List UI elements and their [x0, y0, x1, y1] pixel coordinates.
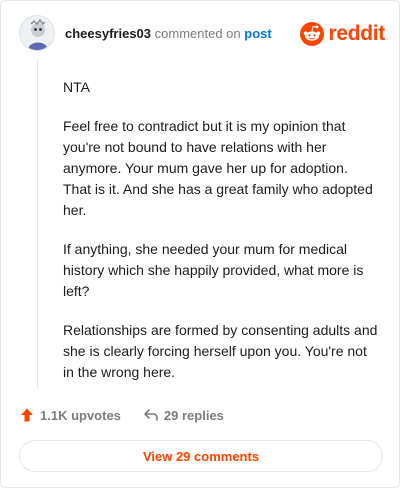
comment-paragraph: Feel free to contradict but it is my opi… — [63, 118, 373, 218]
comment-paragraph: Relationships are formed by consenting a… — [63, 322, 378, 380]
user-avatar[interactable] — [19, 15, 55, 51]
comment-footer: 1.1K upvotes 29 replies — [19, 405, 224, 425]
comment-header: cheesyfries03 commented on post reddit — [19, 15, 385, 55]
comment-meta: cheesyfries03 commented on post — [65, 26, 272, 41]
reddit-brand[interactable]: reddit — [300, 21, 385, 47]
comment-body: NTA Feel free to contradict but it is my… — [63, 77, 379, 401]
comment-card: cheesyfries03 commented on post reddit N… — [0, 0, 400, 488]
comment-action-text: commented on — [154, 26, 241, 41]
avatar-icon — [20, 16, 54, 50]
upvote-button[interactable]: 1.1K upvotes — [19, 407, 121, 423]
comment-paragraph: NTA — [63, 79, 90, 95]
reddit-snoo-icon — [300, 22, 325, 46]
upvote-arrow-icon — [21, 408, 33, 422]
thread-line — [37, 59, 38, 389]
reddit-wordmark: reddit — [328, 22, 385, 45]
replies-button[interactable]: 29 replies — [143, 407, 224, 423]
view-comments-button[interactable]: View 29 comments — [19, 440, 383, 472]
view-comments-label: View 29 comments — [142, 448, 260, 464]
reply-arrow-icon — [144, 409, 158, 421]
upvote-count: 1.1K upvotes — [40, 407, 121, 423]
username[interactable]: cheesyfries03 — [65, 26, 151, 41]
comment-paragraph: If anything, she needed your mum for med… — [63, 241, 364, 299]
reply-count: 29 replies — [163, 407, 224, 423]
post-link[interactable]: post — [244, 26, 271, 41]
